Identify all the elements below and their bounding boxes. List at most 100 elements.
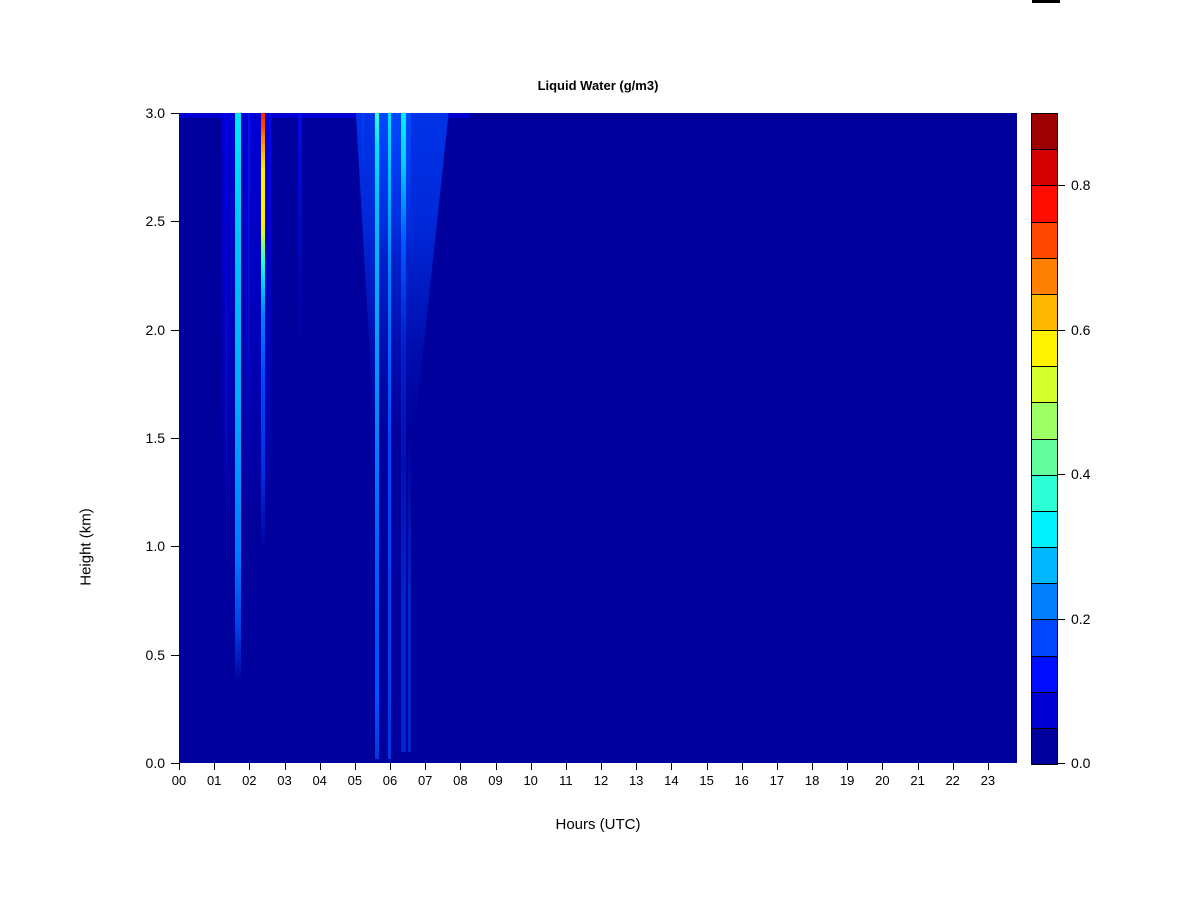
x-tick-label: 18: [804, 773, 820, 788]
y-tick-mark: [171, 221, 179, 223]
x-tick-label: 20: [875, 773, 890, 788]
x-tick-mark: [987, 763, 989, 770]
x-tick-label: 16: [734, 773, 749, 788]
colorbar: [1031, 113, 1058, 765]
feature-faint-band-0325: [297, 113, 303, 363]
x-tick-label: 11: [559, 773, 573, 788]
y-tick-label: 2.5: [145, 213, 165, 230]
feature-bright-streak-0535: [374, 113, 379, 759]
feature-cyan-streak-0140: [235, 113, 241, 683]
y-axis: 0.0 0.5 1.0 1.5 2.0 2.5 3.0: [0, 105, 179, 771]
colorbar-segment: [1032, 258, 1057, 295]
x-tick-mark: [776, 763, 778, 770]
colorbar-segment: [1032, 367, 1057, 404]
x-tick-mark: [319, 763, 321, 770]
x-tick-label: 10: [523, 773, 538, 788]
y-tick-label: 3.0: [145, 105, 165, 121]
x-tick-mark: [741, 763, 743, 770]
colorbar-tick-mark: [1058, 618, 1065, 620]
x-tick-label: 00: [171, 773, 187, 788]
x-tick-label: 14: [664, 773, 679, 788]
colorbar-segment: [1032, 548, 1057, 585]
x-tick-label: 17: [769, 773, 785, 788]
x-tick-mark: [214, 763, 216, 770]
x-tick-mark: [179, 763, 180, 770]
heatmap-plot-area: [179, 113, 1017, 763]
colorbar-tick-label: 0.8: [1071, 177, 1091, 194]
x-tick-mark: [847, 763, 849, 770]
x-tick-label: 01: [206, 773, 222, 788]
x-tick-mark: [636, 763, 638, 770]
x-axis: 00 01 02 03 04 05 06 07 08 09 10 11 12 13 14 15 16 17 18 19…: [172, 763, 1024, 795]
y-tick-mark: [171, 113, 179, 114]
feature-rainbow-streak-0220: [260, 113, 265, 551]
y-tick-mark: [171, 438, 179, 439]
colorbar-segment: [1032, 728, 1057, 765]
x-tick-label: 12: [593, 773, 609, 788]
chart-title: Liquid Water (g/m3): [537, 78, 659, 93]
colorbar-segment: [1032, 403, 1057, 440]
x-tick-label: 15: [699, 773, 714, 788]
colorbar-tick-mark: [1058, 474, 1065, 476]
colorbar-segment: [1032, 620, 1057, 657]
figure-canvas: Liquid Water (g/m3) 00 01 02 03 04 05 06 07 08 09…: [0, 0, 1200, 900]
x-tick-label: 08: [453, 773, 468, 788]
feature-streak-0620: [401, 113, 407, 753]
colorbar-segment: [1032, 656, 1057, 693]
colorbar-tick-label: 0.4: [1071, 466, 1091, 483]
colorbar-tick-mark: [1058, 329, 1065, 331]
x-tick-mark: [601, 763, 602, 770]
colorbar-segment: [1032, 439, 1057, 476]
y-tick-mark: [171, 546, 179, 548]
y-tick-label: 0.0: [145, 755, 165, 771]
colorbar-tick-mark: [1058, 185, 1065, 187]
colorbar-segment: [1032, 331, 1057, 368]
x-axis-title: Hours (UTC): [555, 816, 641, 833]
y-axis-title: Height (km): [77, 508, 95, 586]
x-tick-label: 06: [382, 773, 398, 788]
colorbar-tick-mark: [1058, 763, 1065, 764]
colorbar-segment: [1032, 294, 1057, 332]
x-tick-label: 13: [628, 773, 644, 788]
feature-faint-streak-0512: [361, 113, 364, 168]
x-tick-mark: [460, 763, 462, 770]
x-tick-mark: [390, 763, 391, 770]
colorbar-segment: [1032, 222, 1057, 259]
x-tick-label: 04: [312, 773, 327, 788]
colorbar-tick-label: 0.6: [1071, 321, 1091, 338]
x-tick-label: 05: [347, 773, 363, 788]
colorbar-segment: [1032, 511, 1057, 549]
colorbar-segment: [1032, 692, 1057, 729]
x-tick-mark: [530, 763, 532, 770]
x-tick-label: 21: [910, 773, 925, 788]
colorbar-tick-label: 0.2: [1071, 610, 1091, 627]
top-edge-artifact: [1032, 0, 1060, 3]
feature-faint-streak-0200: [248, 113, 251, 503]
x-tick-mark: [706, 763, 708, 770]
x-tick-label: 19: [839, 773, 855, 788]
x-tick-label: 02: [242, 773, 257, 788]
colorbar-segment: [1032, 150, 1057, 187]
feature-faint-streak-0235: [269, 113, 272, 308]
x-tick-mark: [812, 763, 814, 770]
feature-streak-0557: [387, 113, 391, 759]
colorbar-axis: 0.8 0.6 0.4 0.2 0.0: [1058, 113, 1128, 771]
colorbar-segment: [1032, 114, 1057, 151]
x-tick-mark: [671, 763, 673, 770]
x-tick-label: 07: [417, 773, 433, 788]
x-tick-label: 09: [488, 773, 503, 788]
x-tick-label: 23: [980, 773, 996, 788]
x-tick-mark: [284, 763, 286, 770]
x-tick-label: 22: [945, 773, 960, 788]
x-tick-mark: [952, 763, 954, 770]
colorbar-segment: [1032, 584, 1057, 621]
feature-faint-streak-0632-low: [408, 427, 412, 753]
feature-faint-streak-0118: [224, 113, 227, 536]
x-tick-mark: [425, 763, 427, 770]
y-tick-mark: [171, 329, 179, 331]
colorbar-segment: [1032, 475, 1057, 512]
x-tick-mark: [354, 763, 356, 770]
y-tick-label: 2.0: [145, 321, 165, 338]
x-tick-mark: [882, 763, 884, 770]
x-tick-mark: [917, 763, 919, 770]
